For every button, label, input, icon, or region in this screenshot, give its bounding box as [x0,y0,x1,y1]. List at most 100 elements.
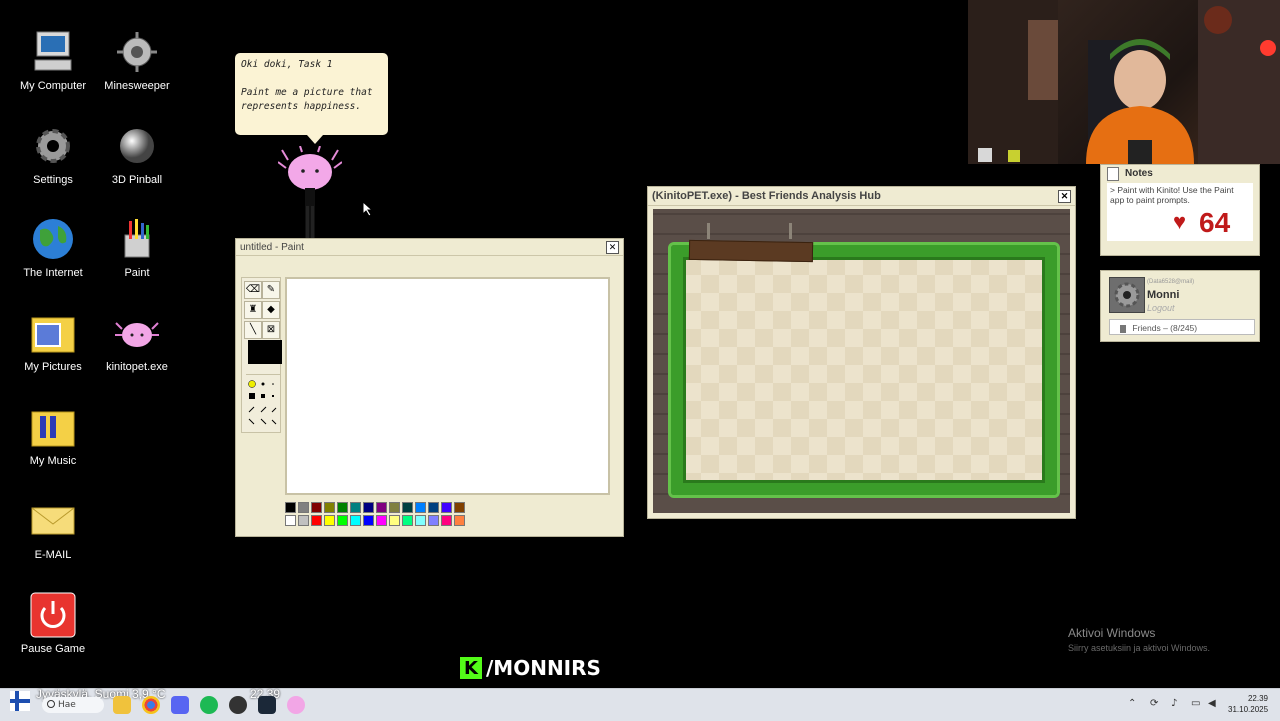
desktop-icon-email[interactable]: E-MAIL [11,497,95,561]
sign-post [789,223,792,239]
chrome-icon[interactable] [142,696,160,714]
volume-icon[interactable]: ◀ [1208,698,1216,709]
obs-icon[interactable] [229,696,247,714]
sync-icon[interactable]: ⟳ [1150,698,1158,709]
steam-icon[interactable] [258,696,276,714]
friends-list-button[interactable]: Friends – (8/245) [1109,319,1255,335]
palette-swatch[interactable] [441,515,452,526]
display-icon[interactable]: ▭ [1191,698,1200,709]
hub-friends-board [653,209,1070,513]
kinito-icon [113,309,161,357]
palette-swatch[interactable] [454,502,465,513]
bubble-prompt: Paint me a picture that represents happi… [241,87,373,112]
profile-email: (Data6528@mail) [1147,279,1195,285]
palette-swatch[interactable] [285,515,296,526]
palette-swatch[interactable] [363,502,374,513]
desktop-icon-3d-pinball[interactable]: 3D Pinball [95,122,179,186]
palette-swatch[interactable] [415,515,426,526]
eraser-tool-icon[interactable]: ⌫ [244,281,262,299]
current-color-swatch [248,340,282,364]
desktop-icon-my-music[interactable]: My Music [11,403,95,467]
palette-swatch[interactable] [285,502,296,513]
notes-content: > Paint with Kinito! Use the Paint app t… [1107,183,1253,241]
windows-start-icon[interactable] [10,691,30,711]
profile-panel: (Data6528@mail) Monni Logout Friends – (… [1100,270,1260,342]
bubble-title: Oki doki, Task 1 [241,59,333,70]
activation-watermark-title: Aktivoi Windows [1068,626,1156,640]
palette-swatch[interactable] [324,515,335,526]
discord-icon[interactable] [171,696,189,714]
webcam-overlay [968,0,1280,164]
stream-handle-text: /MONNIRS [486,656,601,680]
analysis-hub-window: (KinitoPET.exe) - Best Friends Analysis … [647,186,1076,519]
desktop-icon-label: Pause Game [20,643,86,655]
paint-close-button[interactable]: ✕ [606,240,619,254]
desktop-icon-my-pictures[interactable]: My Pictures [11,309,95,373]
palette-swatch[interactable] [337,515,348,526]
paint-titlebar[interactable]: untitled - Paint ✕ [236,239,623,256]
desktop-icon-settings[interactable]: Settings [11,122,95,186]
palette-swatch[interactable] [363,515,374,526]
desktop-icon-my-computer[interactable]: My Computer [11,28,95,92]
folder-music-icon [29,403,77,451]
desktop-icon-the-internet[interactable]: The Internet [11,215,95,279]
desktop-icon-paint[interactable]: Paint [95,215,179,279]
pencil-tool-icon[interactable]: ✎ [262,281,280,299]
heart-icon: ♥ [1173,209,1187,234]
envelope-icon [29,497,77,545]
clock-date: 31.10.2025 [1228,705,1269,714]
palette-swatch[interactable] [337,502,348,513]
desktop-icon-label: Settings [33,174,73,186]
mouse-cursor-icon [362,200,374,221]
palette-swatch[interactable] [376,502,387,513]
hub-titlebar[interactable]: (KinitoPET.exe) - Best Friends Analysis … [648,187,1075,206]
wooden-sign-plank [688,239,814,263]
paint-canvas[interactable] [285,277,610,495]
palette-swatch[interactable] [324,502,335,513]
palette-swatch[interactable] [402,515,413,526]
desktop-icon-kinitopet[interactable]: kinitopet.exe [95,309,179,373]
stream-handle: K /MONNIRS [460,656,601,680]
person-icon [1120,324,1126,333]
gear-icon [29,122,77,170]
palette-swatch[interactable] [311,515,322,526]
palette-swatch[interactable] [298,502,309,513]
palette-swatch[interactable] [350,502,361,513]
chevron-up-icon[interactable]: ⌃ [1128,698,1136,709]
microphone-icon[interactable]: ♪ [1171,698,1177,709]
desktop-icon-pause-game[interactable]: Pause Game [11,591,95,655]
palette-swatch[interactable] [402,502,413,513]
palette-swatch[interactable] [441,502,452,513]
brush-tool-icon[interactable]: ♜ [244,301,262,319]
palette-swatch[interactable] [376,515,387,526]
system-clock[interactable]: 22.39 31.10.2025 [1228,693,1268,715]
desktop-icon-label: My Computer [19,80,87,92]
hub-close-button[interactable]: ✕ [1058,189,1071,203]
brush-size-selector[interactable] [246,374,280,429]
logout-link[interactable]: Logout [1147,303,1175,313]
palette-swatch[interactable] [298,515,309,526]
palette-swatch[interactable] [428,502,439,513]
palette-swatch[interactable] [389,502,400,513]
paint-window: untitled - Paint ✕ ⌫ ✎ ♜ ◆ ╲ ⊠ [235,238,624,537]
kinito-speech-bubble: Oki doki, Task 1 Paint me a picture that… [235,53,388,144]
computer-icon [29,28,77,76]
paint-toolbox: ⌫ ✎ ♜ ◆ ╲ ⊠ [241,277,282,433]
line-tool-icon[interactable]: ╲ [244,321,262,339]
palette-swatch[interactable] [350,515,361,526]
desktop-icon-minesweeper[interactable]: Minesweeper [95,28,179,92]
sign-post [707,223,710,239]
search-box[interactable]: Hae [42,697,104,713]
clear-tool-icon[interactable]: ⊠ [262,321,280,339]
kinito-taskbar-icon[interactable] [287,696,305,714]
file-explorer-icon[interactable] [113,696,131,714]
palette-swatch[interactable] [428,515,439,526]
desktop-icon-label: Paint [124,267,150,279]
palette-swatch[interactable] [454,515,465,526]
spotify-icon[interactable] [200,696,218,714]
palette-swatch[interactable] [389,515,400,526]
palette-swatch[interactable] [415,502,426,513]
fill-tool-icon[interactable]: ◆ [262,301,280,319]
palette-swatch[interactable] [311,502,322,513]
profile-name: Monni [1147,289,1180,301]
